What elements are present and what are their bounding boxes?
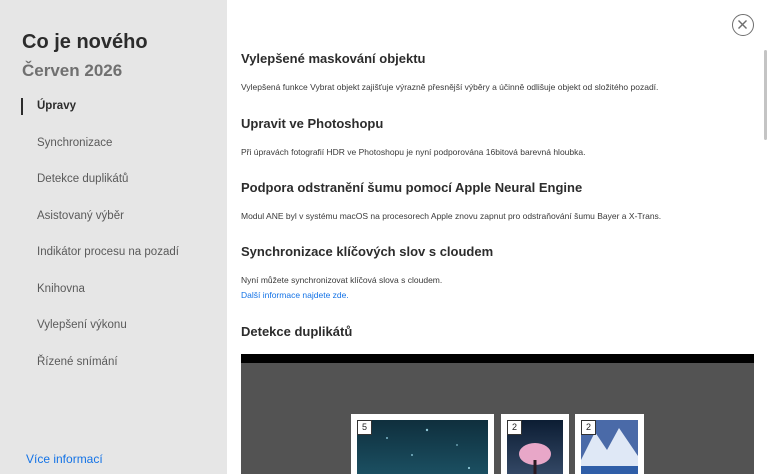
stack-count-badge: 2	[507, 420, 522, 435]
sidebar-item-asistovany-vyber[interactable]: Asistovaný výběr	[37, 210, 124, 222]
sidebar-item-indikator-procesu[interactable]: Indikátor procesu na pozadí	[37, 246, 179, 258]
section-text: Nyní můžete synchronizovat klíčová slova…	[241, 275, 443, 285]
section-text: Při úpravách fotografií HDR ve Photoshop…	[241, 147, 586, 157]
section-text: Vylepšená funkce Vybrat objekt zajišťuje…	[241, 82, 659, 92]
sidebar-item-synchronizace[interactable]: Synchronizace	[37, 137, 112, 149]
photo-stack: 2	[501, 414, 569, 474]
sidebar-item-vylepseni-vykonu[interactable]: Vylepšení výkonu	[37, 319, 127, 331]
photo-thumbnail	[357, 420, 488, 474]
stack-count-badge: 5	[357, 420, 372, 435]
sidebar-item-detekce-duplikatu[interactable]: Detekce duplikátů	[37, 173, 128, 185]
active-nav-marker	[21, 98, 23, 115]
duplicate-detection-preview: 5 2 2	[241, 354, 754, 474]
sidebar: Co je nového Červen 2026 Úpravy Synchron…	[0, 0, 227, 474]
section-heading: Podpora odstranění šumu pomocí Apple Neu…	[241, 180, 583, 195]
section-heading: Upravit ve Photoshopu	[241, 116, 384, 131]
sidebar-item-rizene-snimani[interactable]: Řízené snímání	[37, 356, 118, 368]
more-info-link[interactable]: Více informací	[26, 452, 103, 466]
photo-stack: 2	[575, 414, 644, 474]
scrollbar-thumb[interactable]	[764, 50, 767, 140]
section-text: Modul ANE byl v systému macOS na proceso…	[241, 211, 662, 221]
sidebar-item-knihovna[interactable]: Knihovna	[37, 283, 85, 295]
photo-stack: 5	[351, 414, 494, 474]
sidebar-title: Co je nového	[22, 31, 148, 53]
section-heading: Detekce duplikátů	[241, 324, 353, 339]
learn-more-link[interactable]: Další informace najdete zde.	[241, 290, 349, 300]
section-heading: Vylepšené maskování objektu	[241, 51, 426, 66]
sidebar-subtitle: Červen 2026	[22, 61, 123, 80]
section-heading: Synchronizace klíčových slov s cloudem	[241, 244, 494, 259]
stack-count-badge: 2	[581, 420, 596, 435]
sidebar-item-upravy[interactable]: Úpravy	[37, 100, 76, 112]
